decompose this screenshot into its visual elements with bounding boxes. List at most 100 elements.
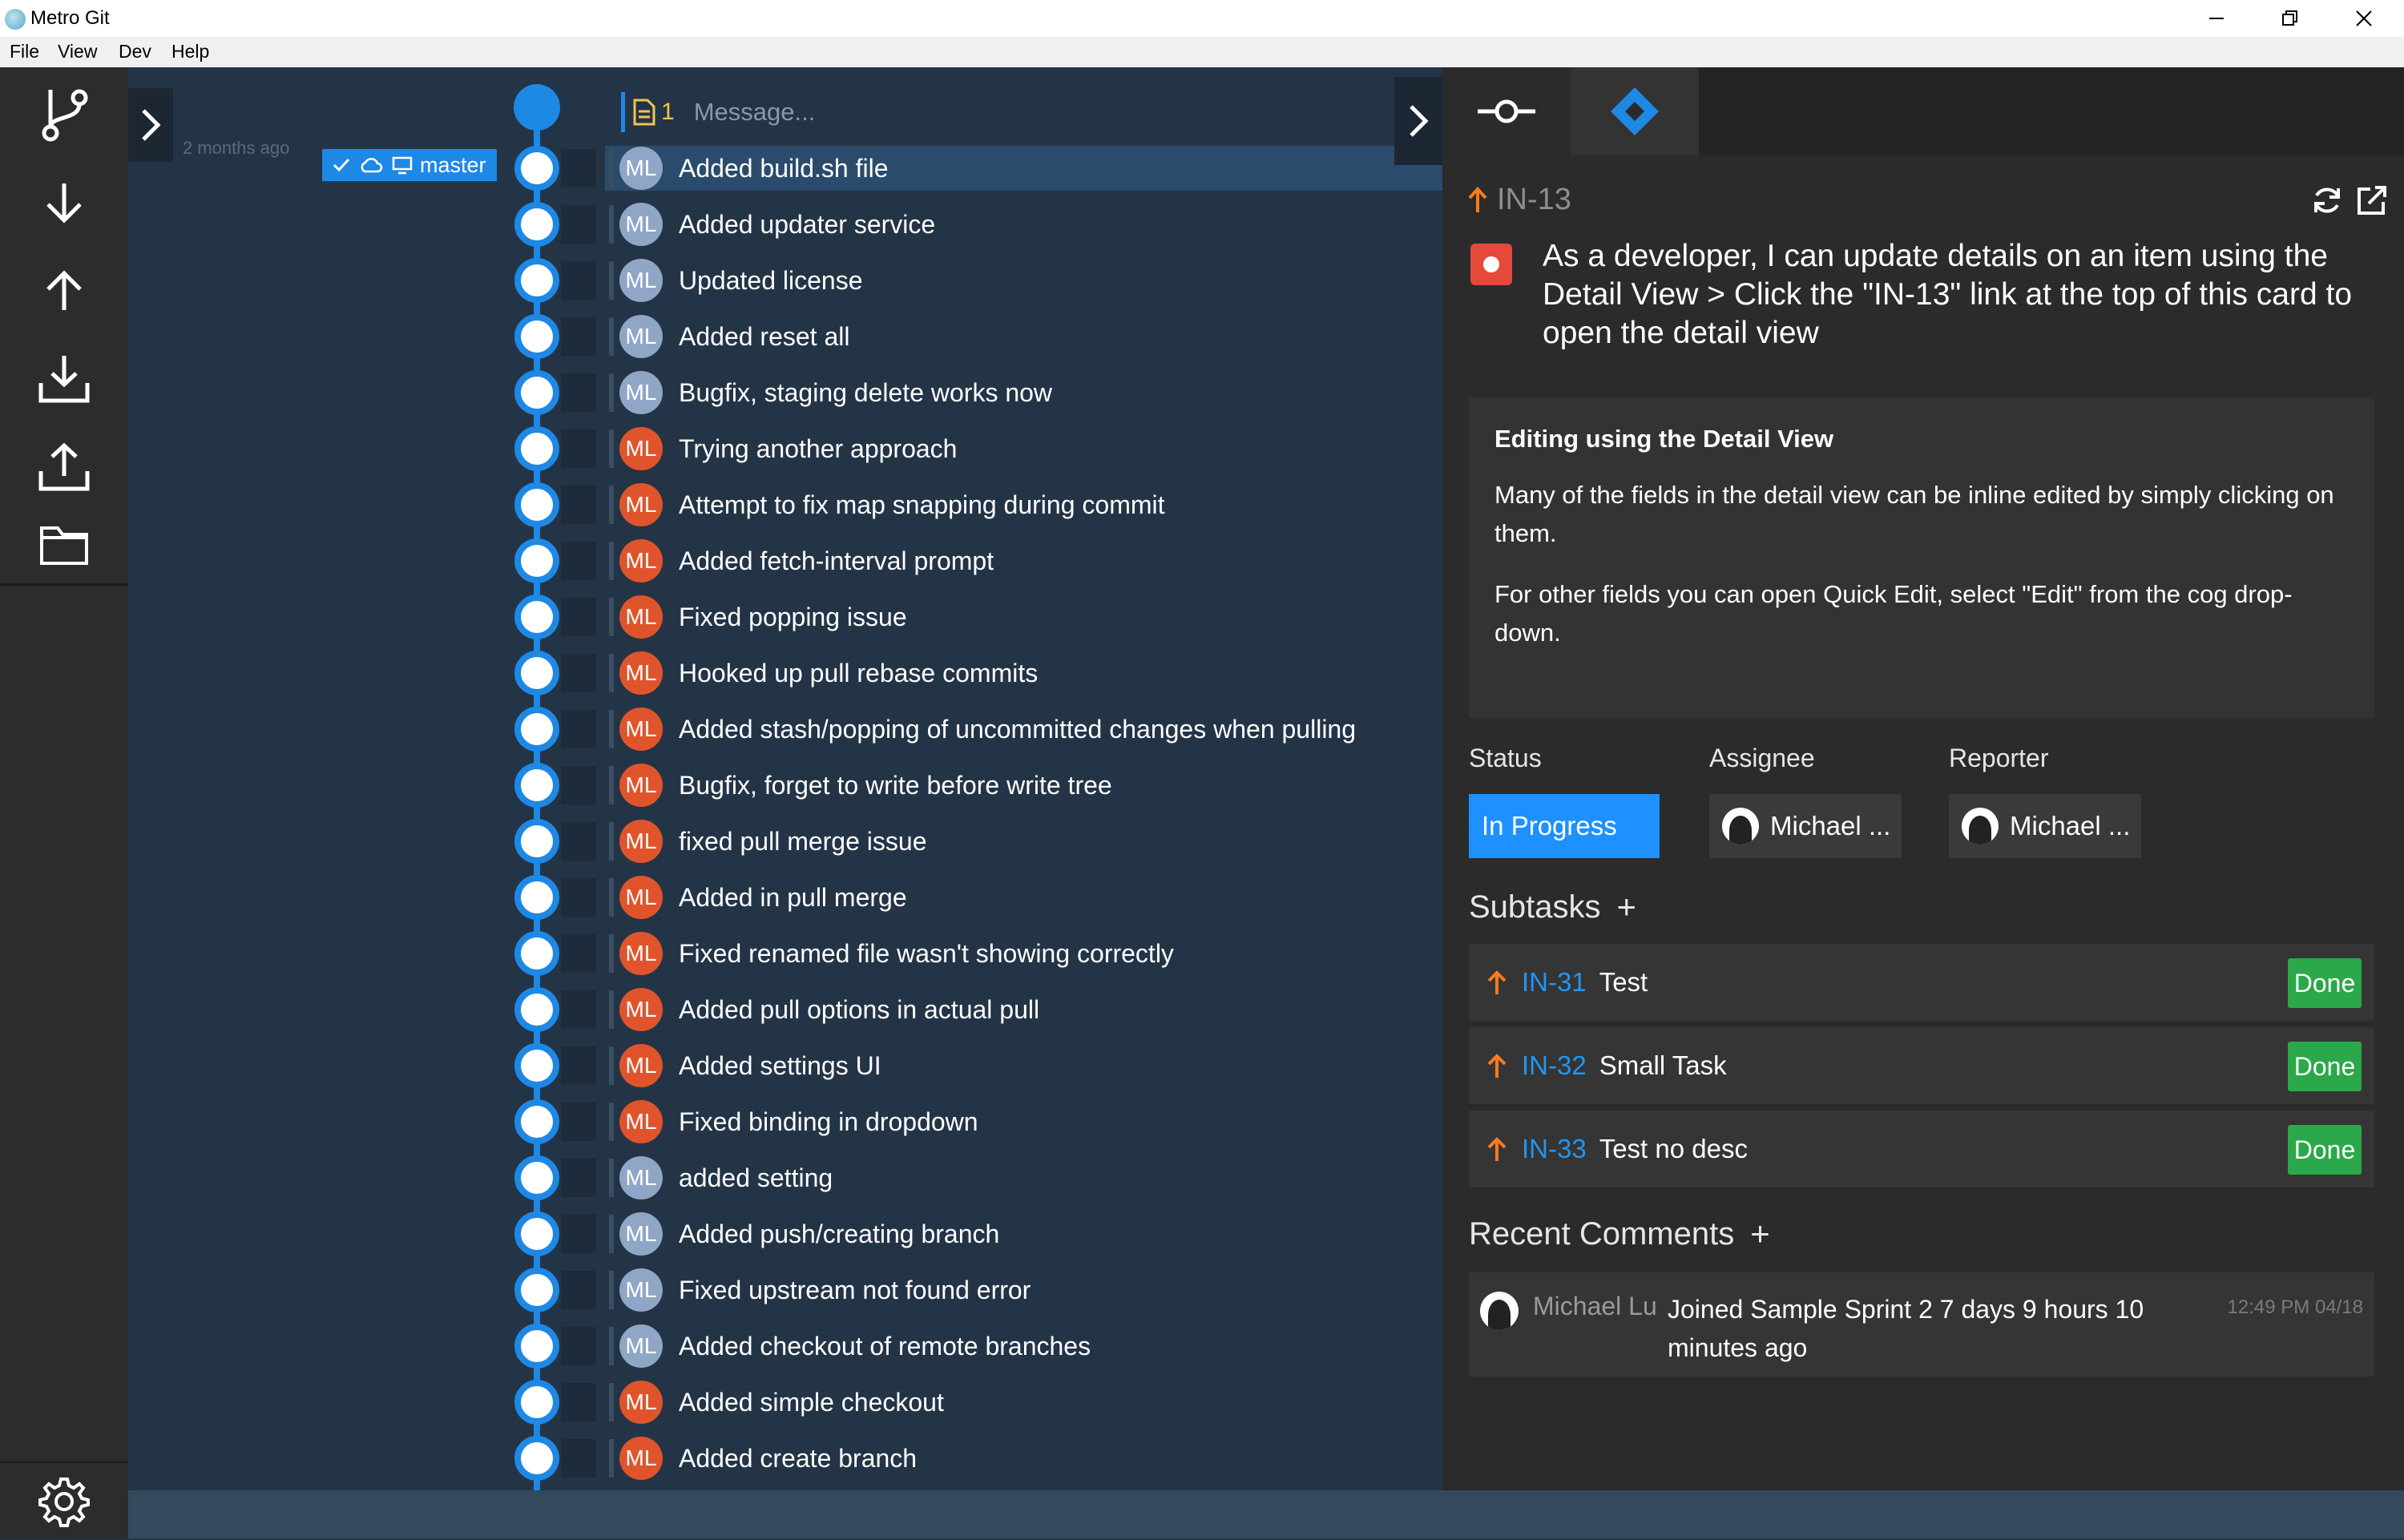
minimize-icon	[2209, 18, 2224, 19]
menu-help[interactable]: Help	[171, 41, 209, 62]
status-badge[interactable]: Done	[2288, 958, 2362, 1008]
jira-panel: IN-13 As a developer, I can update detai…	[1442, 67, 2404, 1490]
commit-node[interactable]	[514, 202, 559, 247]
lane-marker	[609, 990, 614, 1029]
commit-row[interactable]: ML Added pull options in actual pull	[619, 987, 1442, 1032]
commit-row[interactable]: ML Added checkout of remote branches	[619, 1324, 1442, 1369]
commit-node[interactable]	[514, 875, 559, 920]
commit-node[interactable]	[514, 1155, 559, 1200]
commit-row[interactable]: ML fixed pull merge issue	[619, 819, 1442, 864]
commit-node[interactable]	[514, 1324, 559, 1369]
branch-button[interactable]	[0, 72, 128, 157]
commit-node[interactable]	[514, 146, 559, 191]
lane-marker	[609, 1215, 614, 1253]
pull-button[interactable]	[0, 160, 128, 245]
commit-node[interactable]	[514, 931, 559, 976]
restore-button[interactable]	[2266, 3, 2314, 34]
lane-marker	[609, 1159, 614, 1197]
expand-right-button[interactable]	[1394, 77, 1442, 165]
commit-node[interactable]	[514, 1099, 559, 1144]
tab-commit[interactable]	[1442, 67, 1571, 155]
commit-row[interactable]: ML Added reset all	[619, 314, 1442, 359]
commit-row[interactable]: ML Added simple checkout	[619, 1380, 1442, 1425]
commit-node[interactable]	[514, 314, 559, 359]
subtask-key-link[interactable]: IN-31	[1522, 967, 1587, 998]
commit-node[interactable]	[514, 595, 559, 639]
assignee-button[interactable]: Michael ...	[1709, 794, 1902, 858]
subtask-row[interactable]: IN-31 Test Done	[1469, 944, 2374, 1021]
priority-arrow-icon	[1487, 1054, 1507, 1078]
commit-row[interactable]: ML Added updater service	[619, 202, 1442, 247]
menu-dev[interactable]: Dev	[119, 41, 151, 62]
lane-guide	[561, 990, 596, 1029]
subtask-key-link[interactable]: IN-33	[1522, 1134, 1587, 1164]
commit-node[interactable]	[514, 1268, 559, 1312]
subtask-row[interactable]: IN-32 Small Task Done	[1469, 1027, 2374, 1104]
avatar	[1962, 808, 1999, 845]
commit-row[interactable]: ML Bugfix, staging delete works now	[619, 370, 1442, 415]
commit-node[interactable]	[514, 426, 559, 471]
commit-row[interactable]: ML Added push/creating branch	[619, 1211, 1442, 1256]
commit-row[interactable]: ML Bugfix, forget to write before write t…	[619, 763, 1442, 808]
comments-heading: Recent Comments +	[1469, 1215, 1770, 1253]
reporter-button[interactable]: Michael ...	[1949, 794, 2141, 858]
author-avatar: ML	[619, 876, 663, 919]
issue-key-link[interactable]: IN-13	[1497, 183, 1571, 217]
commit-node[interactable]	[514, 707, 559, 752]
commit-node[interactable]	[514, 258, 559, 303]
commit-row[interactable]: ML Fixed upstream not found error	[619, 1268, 1442, 1312]
menu-file[interactable]: File	[10, 41, 39, 62]
commit-row[interactable]: ML Added fetch-interval prompt	[619, 538, 1442, 583]
commit-row[interactable]: ML Trying another approach	[619, 426, 1442, 471]
commit-row[interactable]: ML Attempt to fix map snapping during com…	[619, 482, 1442, 527]
commit-node[interactable]	[514, 1380, 559, 1425]
commit-row[interactable]: ML Updated license	[619, 258, 1442, 303]
subtask-key-link[interactable]: IN-32	[1522, 1050, 1587, 1081]
add-subtask-button[interactable]: +	[1617, 888, 1637, 926]
commit-node[interactable]	[514, 763, 559, 808]
commit-node[interactable]	[514, 651, 559, 695]
commit-row[interactable]: ML Added stash/popping of uncommitted cha…	[619, 707, 1442, 752]
status-badge[interactable]: Done	[2288, 1042, 2362, 1091]
commit-row[interactable]: ML Added create branch	[619, 1436, 1442, 1481]
upload-button[interactable]	[0, 425, 128, 510]
status-dropdown[interactable]: In Progress	[1469, 794, 1660, 858]
minimize-button[interactable]	[2192, 3, 2241, 34]
add-comment-button[interactable]: +	[1750, 1215, 1770, 1253]
menu-view[interactable]: View	[58, 41, 97, 62]
push-button[interactable]	[0, 248, 128, 333]
commit-node[interactable]	[514, 538, 559, 583]
close-button[interactable]	[2340, 3, 2388, 34]
commit-message-input[interactable]	[692, 94, 1256, 131]
author-avatar: ML	[619, 147, 663, 190]
status-badge[interactable]: Done	[2288, 1125, 2362, 1175]
commit-node[interactable]	[514, 1436, 559, 1481]
refresh-icon[interactable]	[2311, 184, 2343, 216]
author-avatar: ML	[619, 1044, 663, 1087]
commit-node[interactable]	[514, 987, 559, 1032]
commit-node[interactable]	[514, 1211, 559, 1256]
commit-row[interactable]: ML Fixed binding in dropdown	[619, 1099, 1442, 1144]
commit-node[interactable]	[514, 370, 559, 415]
upload-icon	[38, 442, 90, 491]
open-external-icon[interactable]	[2356, 184, 2388, 216]
tab-jira[interactable]	[1571, 67, 1699, 155]
commit-row[interactable]: ML Added in pull merge	[619, 875, 1442, 920]
fetch-button[interactable]	[0, 337, 128, 421]
commit-row[interactable]: ML Added settings UI	[619, 1043, 1442, 1088]
subtask-row[interactable]: IN-33 Test no desc Done	[1469, 1111, 2374, 1187]
commit-row[interactable]: ML added setting	[619, 1155, 1442, 1200]
commit-row[interactable]: ML Fixed popping issue	[619, 595, 1442, 639]
commit-row[interactable]: ML Fixed renamed file wasn't showing corr…	[619, 931, 1442, 976]
commit-node[interactable]	[514, 482, 559, 527]
commit-node[interactable]	[514, 819, 559, 864]
open-folder-button[interactable]	[0, 502, 128, 587]
lane-marker	[609, 1271, 614, 1309]
jira-icon	[1611, 87, 1659, 135]
commit-node[interactable]	[514, 1043, 559, 1088]
working-tree-node[interactable]	[514, 84, 560, 131]
settings-button[interactable]	[0, 1461, 128, 1540]
commit-row[interactable]: ML Added build.sh file	[619, 146, 1442, 191]
commit-row[interactable]: ML Hooked up pull rebase commits	[619, 651, 1442, 695]
avatar	[1480, 1292, 1519, 1330]
